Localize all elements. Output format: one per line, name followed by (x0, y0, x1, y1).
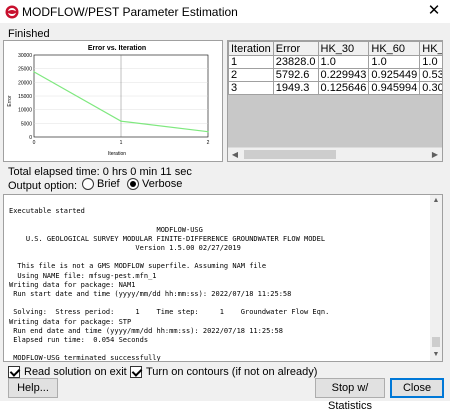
output-option-label: Output option: (8, 180, 78, 192)
error-chart: Error vs. Iteration Error Iteration 3000… (3, 40, 223, 162)
console-line: Run start date and time (yyyy/mm/dd hh:m… (9, 290, 292, 299)
table-header-cell[interactable]: Error (272, 41, 319, 56)
read-solution-check-icon[interactable] (8, 366, 20, 378)
table-row[interactable]: 31949.30.1256460.9459940.3021640.6436 (228, 81, 442, 95)
parameter-estimation-window: MODFLOW/PEST Parameter Estimation ✕ Fini… (0, 0, 450, 412)
table-cell[interactable]: 1 (228, 55, 274, 69)
table-header-cell[interactable]: HK_90 (419, 41, 442, 56)
contours-check-icon[interactable] (130, 366, 142, 378)
table-cell[interactable]: 1.0 (419, 55, 442, 69)
data-point (33, 71, 35, 73)
read-solution-checkbox[interactable]: Read solution on exit (8, 366, 127, 378)
error-chart-svg: Error vs. Iteration Error Iteration 3000… (7, 45, 210, 157)
table-cell[interactable]: 0.530619 (419, 68, 442, 82)
console-line: MODFLOW-USG (9, 225, 203, 234)
title-bar: MODFLOW/PEST Parameter Estimation ✕ (0, 0, 450, 24)
data-point (120, 120, 122, 122)
console-line: U.S. GEOLOGICAL SURVEY MODULAR FINITE-DI… (9, 234, 326, 243)
radio-brief-circle[interactable] (82, 178, 94, 190)
scroll-down-icon[interactable]: ▼ (430, 349, 442, 361)
table-cell[interactable]: 23828.0 (272, 55, 319, 69)
radio-brief-label[interactable]: Brief (97, 178, 120, 190)
console-line: Executable started (9, 207, 85, 216)
table-header-cell[interactable]: Iteration (228, 41, 274, 56)
console-vertical-scrollbar[interactable]: ▲ ▼ (430, 195, 442, 361)
table-cell[interactable]: 0.945994 (368, 81, 421, 95)
table-cell[interactable]: 1.0 (368, 55, 421, 69)
radio-brief[interactable]: Brief (82, 178, 120, 190)
x-tick-label: 2 (207, 140, 210, 146)
table-cell[interactable]: 0.125646 (317, 81, 370, 95)
contours-checkbox[interactable]: Turn on contours (if not on already) (130, 366, 317, 378)
console-line: Writing data for package: STP (9, 317, 132, 326)
table-row[interactable]: 25792.60.2299430.9254490.5306190.8569 (228, 68, 442, 82)
table-cell[interactable]: 2 (228, 68, 274, 82)
console-line: Solving: Stress period: 1 Time step: 1 G… (9, 308, 330, 317)
scroll-right-icon[interactable]: ▶ (428, 148, 442, 161)
table-cell[interactable]: 1949.3 (272, 81, 319, 95)
status-label: Finished (8, 28, 50, 40)
table-cell[interactable]: 5792.6 (272, 68, 319, 82)
y-tick-label: 30000 (18, 53, 32, 59)
table-header-cell[interactable]: HK_60 (368, 41, 421, 56)
console-line: Version 1.5.00 02/27/2019 (9, 244, 241, 253)
console-scroll-thumb[interactable] (432, 337, 440, 347)
y-tick-label: 10000 (18, 108, 32, 114)
results-table-panel: IterationErrorHK_30HK_60HK_90HK_12 12382… (227, 40, 443, 162)
scroll-left-icon[interactable]: ◀ (228, 148, 242, 161)
data-point (207, 130, 209, 133)
radio-verbose[interactable]: Verbose (127, 178, 182, 190)
table-cell[interactable]: 1.0 (317, 55, 370, 69)
console-line: Writing data for package: NAM1 (9, 280, 136, 289)
radio-verbose-circle[interactable] (127, 178, 139, 190)
contours-label[interactable]: Turn on contours (if not on already) (146, 366, 317, 378)
app-logo-icon (5, 5, 19, 19)
output-console[interactable]: Executable started MODFLOW-USG U.S. GEOL… (3, 194, 443, 362)
help-button[interactable]: Help... (8, 378, 58, 398)
table-body: 123828.01.01.01.01.025792.60.2299430.925… (228, 55, 442, 95)
scroll-up-icon[interactable]: ▲ (430, 195, 442, 207)
table-header-row: IterationErrorHK_30HK_60HK_90HK_12 (228, 41, 442, 56)
window-title: MODFLOW/PEST Parameter Estimation (22, 5, 238, 19)
table-header-cell[interactable]: HK_30 (317, 41, 370, 56)
chart-xlabel: Iteration (108, 151, 126, 157)
results-table: IterationErrorHK_30HK_60HK_90HK_12 12382… (228, 41, 442, 95)
table-row[interactable]: 123828.01.01.01.01.0 (228, 55, 442, 69)
window-close-icon[interactable]: ✕ (418, 0, 450, 24)
radio-verbose-label[interactable]: Verbose (142, 178, 182, 190)
y-tick-label: 15000 (18, 94, 32, 100)
x-tick-label: 1 (120, 140, 123, 146)
table-scroll-thumb[interactable] (244, 150, 336, 159)
elapsed-time: Total elapsed time: 0 hrs 0 min 11 sec (8, 166, 192, 178)
chart-ylabel: Error (7, 95, 13, 106)
table-cell[interactable]: 3 (228, 81, 274, 95)
table-cell[interactable]: 0.302164 (419, 81, 442, 95)
console-line: Using NAME file: mfsug-pest.mfn_1 (9, 271, 157, 280)
x-tick-label: 0 (33, 140, 36, 146)
close-button[interactable]: Close (390, 378, 444, 398)
y-tick-label: 5000 (21, 121, 32, 127)
y-tick-label: 25000 (18, 67, 32, 73)
chart-grid (33, 54, 209, 138)
console-line: MODFLOW-USG terminated successfully (9, 354, 161, 362)
console-line: Elapsed run time: 0.054 Seconds (9, 336, 149, 345)
chart-title: Error vs. Iteration (88, 45, 146, 52)
table-cell[interactable]: 0.925449 (368, 68, 421, 82)
console-line: This file is not a GMS MODFLOW superfile… (9, 262, 267, 271)
y-tick-label: 20000 (18, 80, 32, 86)
table-cell[interactable]: 0.229943 (317, 68, 370, 82)
stop-statistics-button[interactable]: Stop w/ Statistics (315, 378, 385, 412)
table-horizontal-scrollbar[interactable]: ◀ ▶ (228, 147, 442, 161)
read-solution-label[interactable]: Read solution on exit (24, 366, 127, 378)
console-line: Run end date and time (yyyy/mm/dd hh:mm:… (9, 326, 283, 335)
console-text: Executable started MODFLOW-USG U.S. GEOL… (9, 198, 330, 362)
